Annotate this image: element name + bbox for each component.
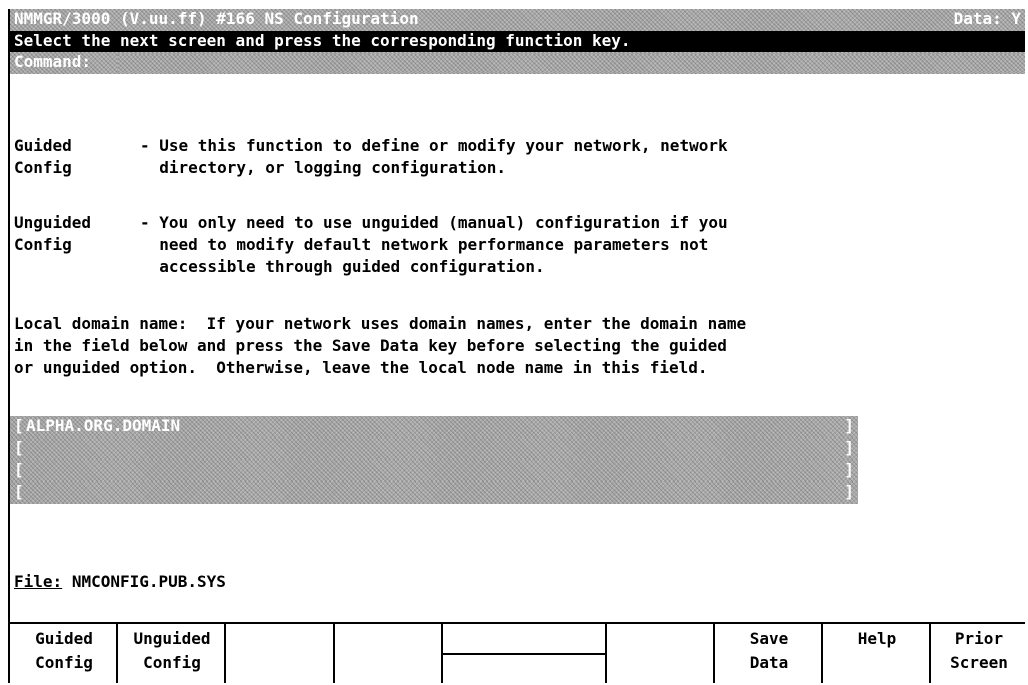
- domain-field-3[interactable]: [ ]: [8, 460, 858, 482]
- f7-save-data-key[interactable]: Save Data: [713, 624, 823, 683]
- screen-left-border: [8, 9, 10, 683]
- file-label: File:: [14, 572, 63, 591]
- domain-field-close-bracket: ]: [844, 482, 854, 501]
- domain-field-1[interactable]: [ ALPHA.ORG.DOMAIN ]: [8, 416, 858, 438]
- command-label: Command:: [14, 52, 92, 71]
- f2-unguided-config-key[interactable]: Unguided Config: [116, 624, 226, 683]
- domain-field-close-bracket: ]: [844, 416, 854, 435]
- data-flag: Data: Y: [953, 9, 1021, 28]
- fkey-label-line2: Data: [749, 653, 789, 672]
- instruction-text: Select the next screen and press the cor…: [14, 31, 631, 50]
- command-input[interactable]: [118, 54, 1025, 72]
- unguided-term-2: Config: [14, 235, 72, 254]
- fkey-label-line1: Unguided: [133, 629, 211, 648]
- function-key-bar: Guided Config Unguided Config Save Data …: [8, 622, 1025, 685]
- domain-field-2[interactable]: [ ]: [8, 438, 858, 460]
- domain-field-4[interactable]: [ ]: [8, 482, 858, 504]
- f9-prior-screen-key[interactable]: Prior Screen: [929, 624, 1027, 683]
- fkey-label-line2: Config: [35, 653, 93, 672]
- fkey-label-line1: Prior: [954, 629, 1004, 648]
- header-bar: NMMGR/3000 (V.uu.ff) #166 NS Configurati…: [8, 9, 1025, 31]
- fkey-label-line2: Screen: [950, 653, 1008, 672]
- screen-title: NMMGR/3000 (V.uu.ff) #166 NS Configurati…: [14, 9, 419, 28]
- f6-blank-key[interactable]: [605, 624, 715, 683]
- fkey-label-line1: Save: [749, 629, 789, 648]
- domain-field-open-bracket: [: [14, 482, 24, 501]
- fkey-label-line1: Guided: [35, 629, 93, 648]
- guided-term-1: Guided: [14, 136, 72, 155]
- domain-field-value[interactable]: ALPHA.ORG.DOMAIN: [26, 416, 180, 435]
- fkey-label-line2: Config: [143, 653, 201, 672]
- guided-desc-1: - Use this function to define or modify …: [140, 136, 728, 155]
- f8-help-key[interactable]: Help: [821, 624, 931, 683]
- command-bar: Command:: [8, 52, 1025, 74]
- instruction-bar: Select the next screen and press the cor…: [8, 31, 1025, 52]
- f5-blank-key[interactable]: [441, 624, 607, 683]
- f4-blank-key[interactable]: [333, 624, 443, 683]
- unguided-term-1: Unguided: [14, 213, 92, 232]
- unguided-desc-2: need to modify default network performan…: [140, 235, 709, 254]
- local-domain-text-2: in the field below and press the Save Da…: [14, 336, 727, 355]
- domain-field-open-bracket: [: [14, 438, 24, 457]
- guided-term-2: Config: [14, 158, 72, 177]
- unguided-desc-3: accessible through guided configuration.: [140, 257, 545, 276]
- file-line: File: NMCONFIG.PUB.SYS: [14, 572, 226, 591]
- file-name: NMCONFIG.PUB.SYS: [71, 572, 226, 591]
- f1-guided-config-key[interactable]: Guided Config: [8, 624, 118, 683]
- unguided-desc-1: - You only need to use unguided (manual)…: [140, 213, 728, 232]
- local-domain-text-3: or unguided option. Otherwise, leave the…: [14, 358, 708, 377]
- domain-field-open-bracket: [: [14, 460, 24, 479]
- fkey-divider: [443, 653, 607, 655]
- f3-blank-key[interactable]: [224, 624, 334, 683]
- local-domain-text-1: Local domain name: If your network uses …: [14, 314, 747, 333]
- domain-field-close-bracket: ]: [844, 438, 854, 457]
- guided-desc-2: directory, or logging configuration.: [140, 158, 507, 177]
- domain-field-close-bracket: ]: [844, 460, 854, 479]
- fkey-label-line1: Help: [857, 629, 897, 648]
- domain-field-open-bracket: [: [14, 416, 24, 435]
